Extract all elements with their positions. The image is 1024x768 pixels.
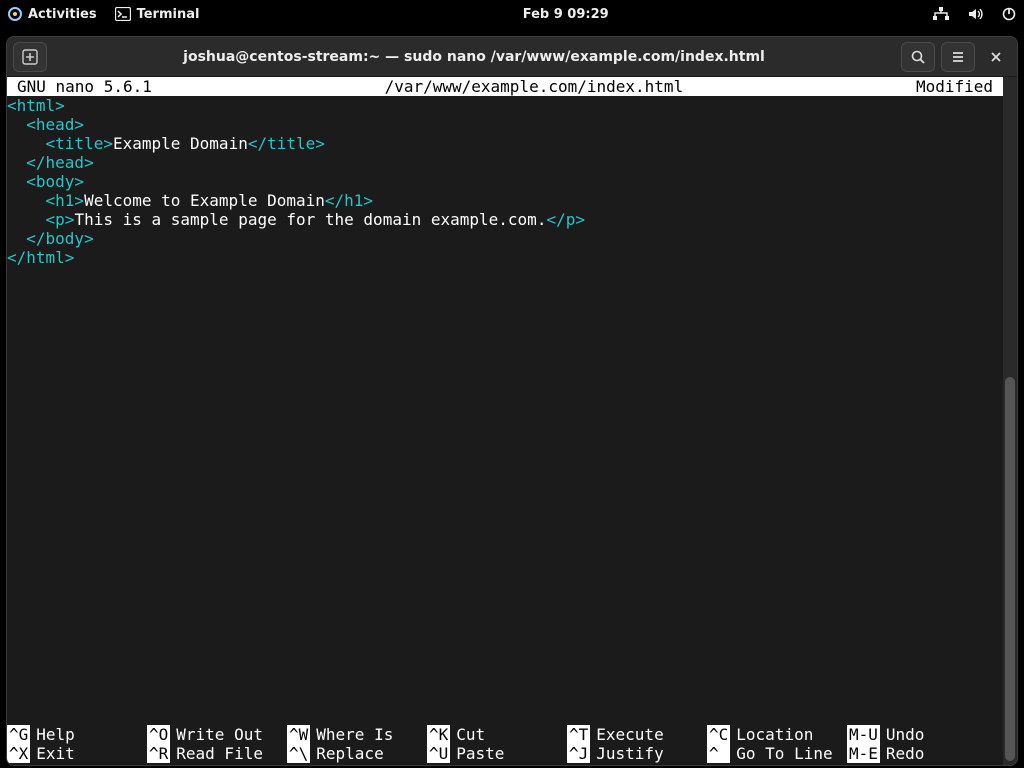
- nano-version: GNU nano 5.6.1: [17, 77, 152, 96]
- editor-line: <head>: [7, 115, 1003, 134]
- shortcut-key: ^T: [567, 725, 590, 744]
- activities-button[interactable]: Activities: [8, 7, 97, 22]
- shortcut: ^T Execute: [567, 725, 707, 744]
- terminal-window: joshua@centos-stream:~ — sudo nano /var/…: [6, 36, 1018, 766]
- search-button[interactable]: [901, 42, 935, 72]
- shortcut: ^C Location: [707, 725, 847, 744]
- shortcut-key: ^G: [7, 725, 30, 744]
- search-icon: [910, 49, 926, 65]
- shortcut-key: ^C: [707, 725, 730, 744]
- editor-line: <title>Example Domain</title>: [7, 134, 1003, 153]
- shortcut-label: Cut: [456, 725, 485, 744]
- activities-icon: [8, 7, 22, 21]
- close-icon: [989, 50, 1003, 64]
- editor-line: <p>This is a sample page for the domain …: [7, 210, 1003, 229]
- shortcut-key: ^R: [147, 744, 170, 763]
- menu-button[interactable]: [941, 42, 975, 72]
- shortcut-label: Where Is: [316, 725, 393, 744]
- shortcut-key: ^\: [287, 744, 310, 763]
- editor-line: </html>: [7, 248, 1003, 267]
- hamburger-icon: [950, 49, 966, 65]
- close-button[interactable]: [981, 42, 1011, 72]
- editor-line: <h1>Welcome to Example Domain</h1>: [7, 191, 1003, 210]
- shortcut-key: ^O: [147, 725, 170, 744]
- shortcut-key: ^K: [427, 725, 450, 744]
- shortcut: M-U Undo: [847, 725, 937, 744]
- clock[interactable]: Feb 9 09:29: [523, 7, 609, 22]
- shortcut-label: Go To Line: [736, 744, 832, 763]
- terminal-viewport[interactable]: GNU nano 5.6.1 /var/www/example.com/inde…: [7, 77, 1003, 765]
- nano-header: GNU nano 5.6.1 /var/www/example.com/inde…: [7, 77, 1003, 96]
- editor-line: <html>: [7, 96, 1003, 115]
- shortcut: ^U Paste: [427, 744, 567, 763]
- shortcut-key: M-E: [847, 744, 880, 763]
- nano-filepath: /var/www/example.com/index.html: [152, 77, 916, 96]
- shortcut-key: ^U: [427, 744, 450, 763]
- power-icon[interactable]: [1002, 7, 1016, 21]
- scrollbar[interactable]: [1003, 77, 1017, 765]
- shortcut-label: Exit: [36, 744, 75, 763]
- editor-line: </body>: [7, 229, 1003, 248]
- shortcut: ^K Cut: [427, 725, 567, 744]
- shortcut-key: ^J: [567, 744, 590, 763]
- current-app[interactable]: Terminal: [115, 7, 200, 22]
- shortcut: ^G Help: [7, 725, 147, 744]
- new-tab-button[interactable]: [13, 42, 47, 72]
- shortcut-key: M-U: [847, 725, 880, 744]
- editor-line: </head>: [7, 153, 1003, 172]
- nano-editor-content[interactable]: <html> <head> <title>Example Domain</tit…: [7, 96, 1003, 267]
- nano-shortcut-bar: ^G Help ^O Write Out ^W Where Is ^K Cut ^T Execut…: [7, 725, 1003, 765]
- shortcut-label: Help: [36, 725, 75, 744]
- shortcut-label: Replace: [316, 744, 383, 763]
- window-titlebar: joshua@centos-stream:~ — sudo nano /var/…: [7, 37, 1017, 77]
- volume-icon[interactable]: [968, 7, 984, 21]
- scrollbar-thumb[interactable]: [1005, 377, 1015, 761]
- shortcut-label: Location: [736, 725, 813, 744]
- shortcut: ^ Go To Line: [707, 744, 847, 763]
- shortcut: M-E Redo: [847, 744, 937, 763]
- shortcut: ^W Where Is: [287, 725, 427, 744]
- shortcut-key: ^W: [287, 725, 310, 744]
- shortcut-label: Redo: [886, 744, 925, 763]
- shortcut: ^X Exit: [7, 744, 147, 763]
- network-icon[interactable]: [932, 7, 950, 21]
- shortcut-label: Read File: [176, 744, 263, 763]
- shortcut-label: Undo: [886, 725, 925, 744]
- shortcut: ^J Justify: [567, 744, 707, 763]
- shortcut: ^O Write Out: [147, 725, 287, 744]
- shortcut: ^R Read File: [147, 744, 287, 763]
- shortcut: ^\ Replace: [287, 744, 427, 763]
- shortcut-label: Execute: [596, 725, 663, 744]
- window-title: joshua@centos-stream:~ — sudo nano /var/…: [53, 49, 895, 65]
- nano-status: Modified: [916, 77, 993, 96]
- gnome-topbar: Activities Terminal Feb 9 09:29: [0, 0, 1024, 28]
- shortcut-label: Justify: [596, 744, 663, 763]
- shortcut-label: Paste: [456, 744, 504, 763]
- activities-label: Activities: [28, 7, 97, 22]
- editor-line: <body>: [7, 172, 1003, 191]
- clock-label: Feb 9 09:29: [523, 7, 609, 22]
- shortcut-label: Write Out: [176, 725, 263, 744]
- terminal-icon: [115, 7, 131, 21]
- shortcut-key: ^X: [7, 744, 30, 763]
- current-app-label: Terminal: [137, 7, 200, 22]
- shortcut-key: ^: [707, 744, 730, 763]
